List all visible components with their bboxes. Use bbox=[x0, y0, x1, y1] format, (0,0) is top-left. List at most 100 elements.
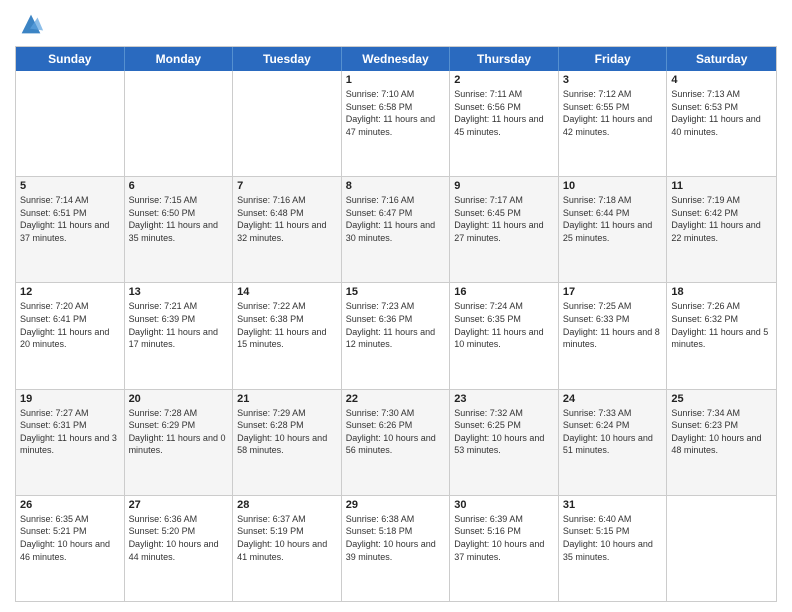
day-cell-27: 27 Sunrise: 6:36 AM Sunset: 5:20 PM Dayli… bbox=[125, 496, 234, 601]
day-number: 7 bbox=[237, 180, 337, 192]
day-cell-26: 26 Sunrise: 6:35 AM Sunset: 5:21 PM Dayli… bbox=[16, 496, 125, 601]
day-number: 26 bbox=[20, 499, 120, 511]
day-number: 9 bbox=[454, 180, 554, 192]
day-number: 3 bbox=[563, 74, 663, 86]
calendar-row-2: 5 Sunrise: 7:14 AM Sunset: 6:51 PM Daylig… bbox=[16, 176, 776, 282]
day-header-sunday: Sunday bbox=[16, 47, 125, 71]
calendar-row-4: 19Sunrise: 7:27 AM Sunset: 6:31 PM Dayli… bbox=[16, 389, 776, 495]
day-info: Sunrise: 7:34 AM Sunset: 6:23 PM Dayligh… bbox=[671, 407, 772, 457]
calendar-body: 1 Sunrise: 7:10 AM Sunset: 6:58 PM Daylig… bbox=[16, 71, 776, 601]
day-number: 20 bbox=[129, 393, 229, 405]
day-info: Sunrise: 7:30 AM Sunset: 6:26 PM Dayligh… bbox=[346, 407, 446, 457]
day-header-saturday: Saturday bbox=[667, 47, 776, 71]
day-info: Sunrise: 7:22 AM Sunset: 6:38 PM Dayligh… bbox=[237, 300, 337, 350]
page: SundayMondayTuesdayWednesdayThursdayFrid… bbox=[0, 0, 792, 612]
day-number: 5 bbox=[20, 180, 120, 192]
header bbox=[15, 10, 777, 38]
empty-cell bbox=[667, 496, 776, 601]
day-number: 11 bbox=[671, 180, 772, 192]
day-number: 17 bbox=[563, 286, 663, 298]
day-cell-15: 15 Sunrise: 7:23 AM Sunset: 6:36 PM Dayli… bbox=[342, 283, 451, 388]
day-cell-22: 22 Sunrise: 7:30 AM Sunset: 6:26 PM Dayli… bbox=[342, 390, 451, 495]
day-cell-9: 9 Sunrise: 7:17 AM Sunset: 6:45 PM Daylig… bbox=[450, 177, 559, 282]
day-info: Sunrise: 7:15 AM Sunset: 6:50 PM Dayligh… bbox=[129, 194, 229, 244]
day-info: Sunrise: 7:19 AM Sunset: 6:42 PM Dayligh… bbox=[671, 194, 772, 244]
day-info: Sunrise: 7:13 AM Sunset: 6:53 PM Dayligh… bbox=[671, 88, 772, 138]
day-info: Sunrise: 7:11 AM Sunset: 6:56 PM Dayligh… bbox=[454, 88, 554, 138]
calendar-row-5: 26 Sunrise: 6:35 AM Sunset: 5:21 PM Dayli… bbox=[16, 495, 776, 601]
day-header-wednesday: Wednesday bbox=[342, 47, 451, 71]
calendar-row-1: 1 Sunrise: 7:10 AM Sunset: 6:58 PM Daylig… bbox=[16, 71, 776, 176]
logo bbox=[15, 10, 45, 38]
day-info: Sunrise: 6:37 AM Sunset: 5:19 PM Dayligh… bbox=[237, 513, 337, 563]
day-cell-16: 16 Sunrise: 7:24 AM Sunset: 6:35 PM Dayli… bbox=[450, 283, 559, 388]
logo-icon bbox=[17, 10, 45, 38]
day-cell-8: 8 Sunrise: 7:16 AM Sunset: 6:47 PM Daylig… bbox=[342, 177, 451, 282]
day-info: Sunrise: 7:17 AM Sunset: 6:45 PM Dayligh… bbox=[454, 194, 554, 244]
day-info: Sunrise: 6:35 AM Sunset: 5:21 PM Dayligh… bbox=[20, 513, 120, 563]
day-info: Sunrise: 7:21 AM Sunset: 6:39 PM Dayligh… bbox=[129, 300, 229, 350]
day-cell-19: 19Sunrise: 7:27 AM Sunset: 6:31 PM Dayli… bbox=[16, 390, 125, 495]
day-number: 10 bbox=[563, 180, 663, 192]
empty-cell bbox=[16, 71, 125, 176]
day-number: 12 bbox=[20, 286, 120, 298]
day-info: Sunrise: 7:25 AM Sunset: 6:33 PM Dayligh… bbox=[563, 300, 663, 350]
day-number: 6 bbox=[129, 180, 229, 192]
day-cell-23: 23Sunrise: 7:32 AM Sunset: 6:25 PM Dayli… bbox=[450, 390, 559, 495]
day-cell-14: 14 Sunrise: 7:22 AM Sunset: 6:38 PM Dayli… bbox=[233, 283, 342, 388]
day-number: 25 bbox=[671, 393, 772, 405]
day-header-monday: Monday bbox=[125, 47, 234, 71]
day-info: Sunrise: 6:36 AM Sunset: 5:20 PM Dayligh… bbox=[129, 513, 229, 563]
day-cell-29: 29 Sunrise: 6:38 AM Sunset: 5:18 PM Dayli… bbox=[342, 496, 451, 601]
day-cell-20: 20 Sunrise: 7:28 AM Sunset: 6:29 PM Dayli… bbox=[125, 390, 234, 495]
day-number: 14 bbox=[237, 286, 337, 298]
day-info: Sunrise: 7:24 AM Sunset: 6:35 PM Dayligh… bbox=[454, 300, 554, 350]
day-info: Sunrise: 7:23 AM Sunset: 6:36 PM Dayligh… bbox=[346, 300, 446, 350]
day-number: 22 bbox=[346, 393, 446, 405]
day-cell-4: 4 Sunrise: 7:13 AM Sunset: 6:53 PM Daylig… bbox=[667, 71, 776, 176]
day-info: Sunrise: 7:16 AM Sunset: 6:48 PM Dayligh… bbox=[237, 194, 337, 244]
day-cell-5: 5 Sunrise: 7:14 AM Sunset: 6:51 PM Daylig… bbox=[16, 177, 125, 282]
day-cell-21: 21Sunrise: 7:29 AM Sunset: 6:28 PM Dayli… bbox=[233, 390, 342, 495]
day-info: Sunrise: 7:27 AM Sunset: 6:31 PM Dayligh… bbox=[20, 407, 120, 457]
day-header-tuesday: Tuesday bbox=[233, 47, 342, 71]
day-number: 29 bbox=[346, 499, 446, 511]
day-cell-2: 2 Sunrise: 7:11 AM Sunset: 6:56 PM Daylig… bbox=[450, 71, 559, 176]
day-number: 16 bbox=[454, 286, 554, 298]
day-info: Sunrise: 7:18 AM Sunset: 6:44 PM Dayligh… bbox=[563, 194, 663, 244]
day-cell-12: 12 Sunrise: 7:20 AM Sunset: 6:41 PM Dayli… bbox=[16, 283, 125, 388]
day-cell-3: 3 Sunrise: 7:12 AM Sunset: 6:55 PM Daylig… bbox=[559, 71, 668, 176]
day-number: 8 bbox=[346, 180, 446, 192]
day-number: 27 bbox=[129, 499, 229, 511]
day-info: Sunrise: 7:12 AM Sunset: 6:55 PM Dayligh… bbox=[563, 88, 663, 138]
day-cell-28: 28 Sunrise: 6:37 AM Sunset: 5:19 PM Dayli… bbox=[233, 496, 342, 601]
day-info: Sunrise: 7:33 AM Sunset: 6:24 PM Dayligh… bbox=[563, 407, 663, 457]
day-info: Sunrise: 7:16 AM Sunset: 6:47 PM Dayligh… bbox=[346, 194, 446, 244]
day-cell-11: 11 Sunrise: 7:19 AM Sunset: 6:42 PM Dayli… bbox=[667, 177, 776, 282]
day-number: 2 bbox=[454, 74, 554, 86]
day-cell-10: 10 Sunrise: 7:18 AM Sunset: 6:44 PM Dayli… bbox=[559, 177, 668, 282]
calendar-header-row: SundayMondayTuesdayWednesdayThursdayFrid… bbox=[16, 47, 776, 71]
day-cell-17: 17 Sunrise: 7:25 AM Sunset: 6:33 PM Dayli… bbox=[559, 283, 668, 388]
day-cell-24: 24 Sunrise: 7:33 AM Sunset: 6:24 PM Dayli… bbox=[559, 390, 668, 495]
day-info: Sunrise: 6:39 AM Sunset: 5:16 PM Dayligh… bbox=[454, 513, 554, 563]
day-info: Sunrise: 7:10 AM Sunset: 6:58 PM Dayligh… bbox=[346, 88, 446, 138]
day-cell-31: 31Sunrise: 6:40 AM Sunset: 5:15 PM Dayli… bbox=[559, 496, 668, 601]
day-header-friday: Friday bbox=[559, 47, 668, 71]
day-number: 15 bbox=[346, 286, 446, 298]
day-number: 4 bbox=[671, 74, 772, 86]
day-cell-6: 6 Sunrise: 7:15 AM Sunset: 6:50 PM Daylig… bbox=[125, 177, 234, 282]
day-info: Sunrise: 7:14 AM Sunset: 6:51 PM Dayligh… bbox=[20, 194, 120, 244]
day-info: Sunrise: 6:38 AM Sunset: 5:18 PM Dayligh… bbox=[346, 513, 446, 563]
day-number: 1 bbox=[346, 74, 446, 86]
day-cell-7: 7 Sunrise: 7:16 AM Sunset: 6:48 PM Daylig… bbox=[233, 177, 342, 282]
day-info: Sunrise: 7:32 AM Sunset: 6:25 PM Dayligh… bbox=[454, 407, 554, 457]
empty-cell bbox=[233, 71, 342, 176]
day-number: 13 bbox=[129, 286, 229, 298]
day-number: 18 bbox=[671, 286, 772, 298]
day-number: 24 bbox=[563, 393, 663, 405]
day-info: Sunrise: 7:29 AM Sunset: 6:28 PM Dayligh… bbox=[237, 407, 337, 457]
day-info: Sunrise: 7:20 AM Sunset: 6:41 PM Dayligh… bbox=[20, 300, 120, 350]
day-number: 28 bbox=[237, 499, 337, 511]
day-info: Sunrise: 7:28 AM Sunset: 6:29 PM Dayligh… bbox=[129, 407, 229, 457]
